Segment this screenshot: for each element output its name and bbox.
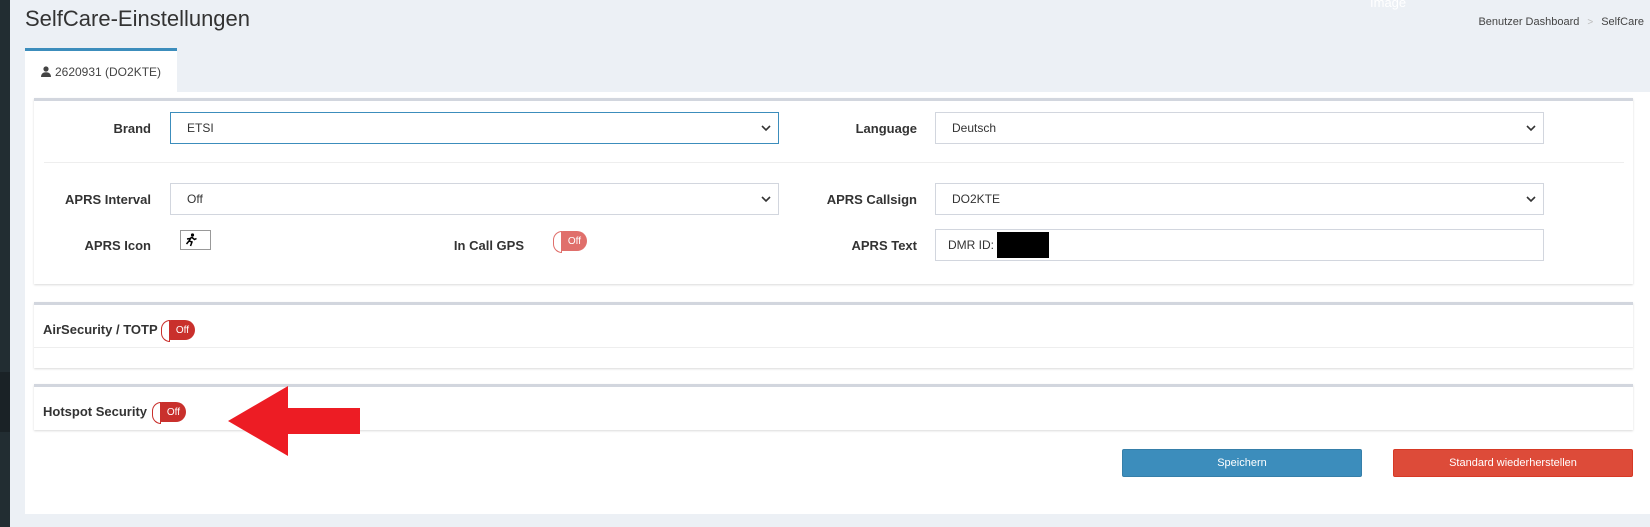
tab-user-label: 2620931 (DO2KTE) bbox=[54, 64, 162, 79]
in-call-gps-toggle[interactable]: Off bbox=[553, 231, 587, 253]
divider bbox=[34, 347, 1633, 348]
hotspot-security-state: Off bbox=[166, 406, 180, 418]
aprs-text-label: APRS Text bbox=[851, 238, 918, 253]
in-call-gps-label: In Call GPS bbox=[453, 238, 524, 253]
aprs-icon-picker[interactable] bbox=[180, 230, 211, 250]
aprs-interval-label: APRS Interval bbox=[65, 192, 151, 207]
language-label: Language bbox=[855, 121, 917, 136]
in-call-gps-state: Off bbox=[567, 235, 581, 247]
redaction-block bbox=[997, 232, 1049, 258]
brand-label: Brand bbox=[113, 121, 151, 136]
language-select-value: Deutsch bbox=[952, 121, 997, 135]
chevron-down-icon bbox=[1526, 125, 1536, 132]
air-security-label: AirSecurity / TOTP bbox=[43, 322, 158, 337]
aprs-text-value: DMR ID: bbox=[948, 238, 994, 252]
hotspot-security-label: Hotspot Security bbox=[43, 404, 148, 419]
air-security-state: Off bbox=[175, 324, 189, 336]
user-icon bbox=[40, 66, 51, 77]
brand-select-value: ETSI bbox=[187, 121, 214, 135]
air-security-toggle[interactable]: Off bbox=[161, 320, 195, 342]
running-person-icon bbox=[185, 233, 197, 247]
language-select[interactable]: Deutsch bbox=[935, 112, 1544, 144]
divider bbox=[44, 162, 1624, 163]
aprs-text-input[interactable]: DMR ID: bbox=[935, 229, 1544, 261]
sidebar-edge bbox=[0, 0, 10, 527]
chevron-down-icon bbox=[1526, 196, 1536, 203]
ghost-label: Image bbox=[1370, 0, 1407, 10]
breadcrumb-selfcare: SelfCare bbox=[1601, 16, 1644, 28]
aprs-callsign-value: DO2KTE bbox=[952, 192, 1001, 206]
annotation-arrow-icon bbox=[228, 386, 360, 456]
aprs-callsign-select[interactable]: DO2KTE bbox=[935, 183, 1544, 215]
breadcrumb-separator: > bbox=[1587, 16, 1594, 28]
reset-defaults-button[interactable]: Standard wiederherstellen bbox=[1393, 449, 1633, 477]
aprs-callsign-label: APRS Callsign bbox=[826, 192, 917, 207]
aprs-interval-value: Off bbox=[187, 192, 203, 206]
breadcrumb-dashboard[interactable]: Benutzer Dashboard bbox=[1478, 16, 1579, 28]
save-button[interactable]: Speichern bbox=[1122, 449, 1362, 477]
radio-settings-box: Brand ETSI Language Deutsch APRS Interva… bbox=[34, 98, 1633, 284]
tab-user[interactable]: 2620931 (DO2KTE) bbox=[25, 48, 177, 92]
hotspot-security-toggle[interactable]: Off bbox=[152, 402, 186, 424]
page-title: SelfCare-Einstellungen bbox=[25, 6, 251, 31]
aprs-icon-label: APRS Icon bbox=[84, 238, 151, 253]
breadcrumb: Benutzer Dashboard > SelfCare bbox=[1478, 16, 1644, 28]
chevron-down-icon bbox=[761, 196, 771, 203]
aprs-interval-select[interactable]: Off bbox=[170, 183, 779, 215]
air-security-box: AirSecurity / TOTP Off bbox=[34, 302, 1633, 368]
brand-select[interactable]: ETSI bbox=[170, 112, 779, 144]
sidebar-edge-highlight bbox=[0, 372, 10, 432]
chevron-down-icon bbox=[761, 125, 771, 132]
